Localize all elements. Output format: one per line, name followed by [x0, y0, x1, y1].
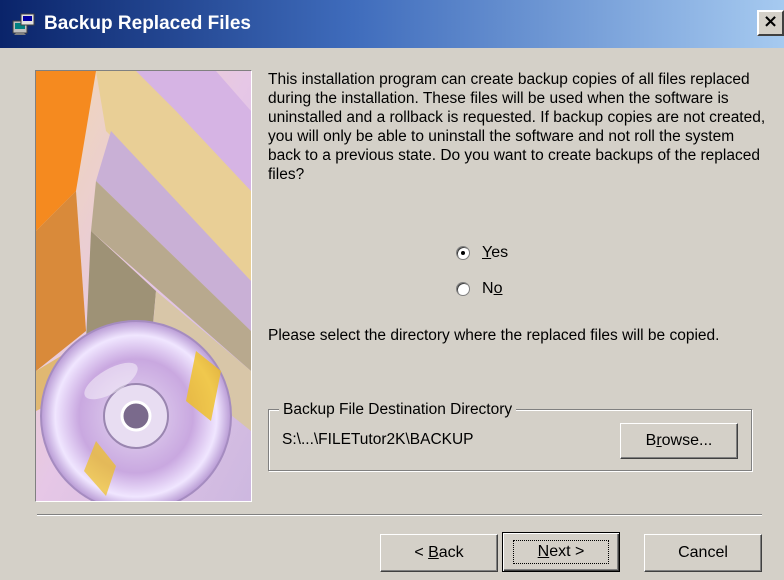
radio-no-indicator[interactable]: [456, 282, 470, 296]
destination-path: S:\...\FILETutor2K\BACKUP: [282, 431, 474, 448]
next-button-label: Next >: [512, 540, 610, 564]
back-button[interactable]: < Back: [380, 534, 498, 572]
intro-paragraph: This installation program can create bac…: [268, 71, 766, 183]
window-title: Backup Replaced Files: [44, 13, 251, 34]
radio-no[interactable]: No: [456, 280, 502, 298]
wizard-art-cd-illustration: [36, 71, 251, 501]
browse-button-label: Browse...: [645, 432, 713, 449]
close-button[interactable]: ×: [757, 10, 784, 36]
backup-replaced-files-dialog: Backup Replaced Files × This installatio…: [0, 0, 784, 580]
destination-groupbox-label: Backup File Destination Directory: [279, 400, 517, 419]
radio-selected-dot: [461, 251, 465, 255]
next-button[interactable]: Next >: [502, 532, 620, 572]
back-button-label: < Back: [414, 544, 464, 561]
setup-wizard-icon: [12, 13, 35, 35]
title-bar: Backup Replaced Files ×: [0, 0, 784, 48]
wizard-side-image: [35, 70, 252, 502]
close-icon: ×: [762, 11, 779, 32]
radio-yes-indicator[interactable]: [456, 246, 470, 260]
radio-yes[interactable]: Yes: [456, 244, 508, 262]
radio-no-label: No: [482, 280, 503, 297]
footer-separator: [37, 514, 762, 516]
cancel-button-label: Cancel: [678, 544, 728, 561]
browse-button[interactable]: Browse...: [620, 423, 738, 459]
radio-yes-label: Yes: [482, 244, 509, 261]
directory-prompt: Please select the directory where the re…: [268, 327, 720, 344]
cancel-button[interactable]: Cancel: [644, 534, 762, 572]
